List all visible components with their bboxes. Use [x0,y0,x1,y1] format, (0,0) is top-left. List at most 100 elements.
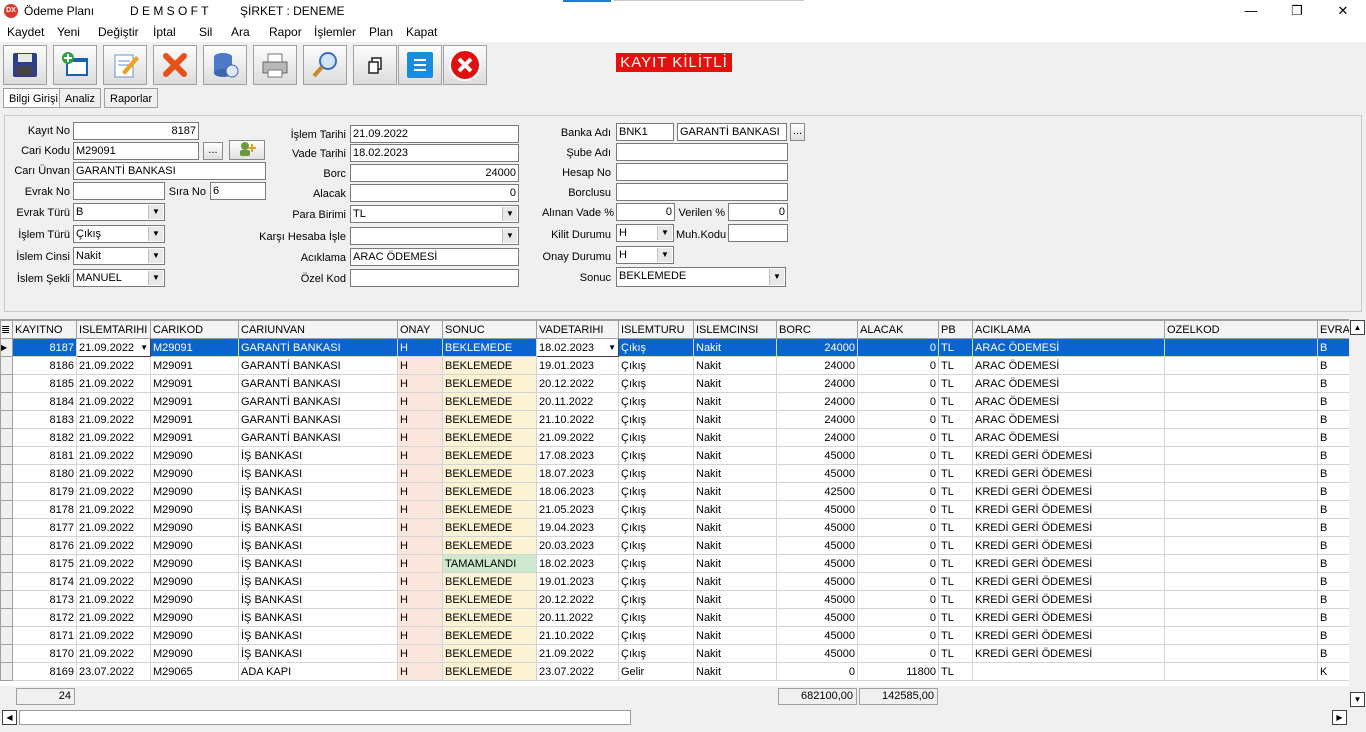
cell-sonuc[interactable]: BEKLEMEDE [442,482,537,501]
cell-sonuc[interactable]: BEKLEMEDE [442,392,537,411]
cell-pb[interactable]: TL [938,500,973,519]
cell-evra[interactable]: B [1317,590,1353,609]
cell-aciklama[interactable]: KREDİ GERİ ÖDEMESİ [972,644,1165,663]
cell-cariunvan[interactable]: GARANTİ BANKASI [238,428,398,447]
cell-aciklama[interactable]: ARAC ÖDEMESİ [972,356,1165,375]
cell-islemtarihi[interactable]: 21.09.2022 [76,608,151,627]
cell-kayitno[interactable]: 8172 [12,608,77,627]
cell-carikod[interactable]: M29090 [150,446,239,465]
print-button[interactable] [253,45,297,85]
cell-kayitno[interactable]: 8178 [12,500,77,519]
column-header-onay[interactable]: ONAY [397,320,443,339]
cell-pb[interactable]: TL [938,428,973,447]
cell-islemturu[interactable]: Çıkış [618,374,694,393]
cell-sonuc[interactable]: BEKLEMEDE [442,536,537,555]
chevron-down-icon[interactable]: ▼ [769,269,784,285]
vertical-scrollbar[interactable]: ▲ ▼ [1349,319,1366,707]
table-row[interactable]: 8172 21.09.2022 M29090 İŞ BANKASI H BEKLEMEDE… [0,608,1353,627]
cell-islemtarihi[interactable]: 21.09.2022 [76,644,151,663]
table-row[interactable]: 8186 21.09.2022 M29091 GARANTİ BANKASI H BEKL… [0,356,1353,375]
cell-carikod[interactable]: M29065 [150,662,239,681]
column-header-alacak[interactable]: ALACAK [857,320,939,339]
cell-sonuc[interactable]: BEKLEMEDE [442,572,537,591]
table-row[interactable]: 8175 21.09.2022 M29090 İŞ BANKASI H TAMAMLAND… [0,554,1353,573]
copy-button[interactable] [353,45,397,85]
cell-islemtarihi[interactable]: 21.09.2022 [76,518,151,537]
cell-kayitno[interactable]: 8180 [12,464,77,483]
cell-onay[interactable]: H [397,608,443,627]
cell-onay[interactable]: H [397,662,443,681]
table-row[interactable]: 8178 21.09.2022 M29090 İŞ BANKASI H BEKLEMEDE… [0,500,1353,519]
cell-pb[interactable]: TL [938,626,973,645]
cell-alacak[interactable]: 0 [857,536,939,555]
cell-sonuc[interactable]: TAMAMLANDI [442,554,537,573]
cell-borc[interactable]: 45000 [776,536,858,555]
cell-evra[interactable]: B [1317,554,1353,573]
cell-onay[interactable]: H [397,554,443,573]
cell-carikod[interactable]: M29091 [150,338,239,357]
cell-islemturu[interactable]: Çıkış [618,554,694,573]
cell-islemcinsi[interactable]: Nakit [693,536,777,555]
kayit-no-field[interactable]: 8187 [73,122,199,140]
cell-borc[interactable]: 45000 [776,590,858,609]
column-header-evra[interactable]: EVRA [1317,320,1353,339]
tab-analiz[interactable]: Analiz [59,88,101,108]
evrak-turu-select[interactable]: B ▼ [73,203,165,221]
chevron-down-icon[interactable]: ▼ [140,343,148,352]
menu-kapat[interactable]: Kapat [406,25,437,39]
cell-islemtarihi[interactable]: 21.09.2022 [76,446,151,465]
cell-islemtarihi[interactable]: 23.07.2022 [76,662,151,681]
cell-borc[interactable]: 24000 [776,356,858,375]
column-header-sonuc[interactable]: SONUC [442,320,537,339]
table-row[interactable]: 8174 21.09.2022 M29090 İŞ BANKASI H BEKLEMEDE… [0,572,1353,591]
row-indicator[interactable] [0,392,13,411]
row-indicator[interactable] [0,536,13,555]
cell-borc[interactable]: 45000 [776,572,858,591]
save-button[interactable] [3,45,47,85]
cell-cariunvan[interactable]: ADA KAPI [238,662,398,681]
sonuc-select[interactable]: BEKLEMEDE ▼ [616,267,786,287]
cell-islemcinsi[interactable]: Nakit [693,356,777,375]
cell-kayitno[interactable]: 8182 [12,428,77,447]
table-row[interactable]: 8181 21.09.2022 M29090 İŞ BANKASI H BEKLEMEDE… [0,446,1353,465]
cell-sonuc[interactable]: BEKLEMEDE [442,644,537,663]
cell-pb[interactable]: TL [938,554,973,573]
cell-islemturu[interactable]: Çıkış [618,608,694,627]
cell-onay[interactable]: H [397,500,443,519]
table-row[interactable]: 8185 21.09.2022 M29091 GARANTİ BANKASI H BEKL… [0,374,1353,393]
cell-islemcinsi[interactable]: Nakit [693,338,777,357]
banka-kodu-field[interactable]: BNK1 [616,123,674,141]
column-header-islemturu[interactable]: ISLEMTURU [618,320,694,339]
kilit-durumu-select[interactable]: H ▼ [616,224,674,242]
cell-kayitno[interactable]: 8175 [12,554,77,573]
row-indicator[interactable] [0,500,13,519]
cell-ozelkod[interactable] [1164,644,1318,663]
cell-alacak[interactable]: 0 [857,374,939,393]
cell-sonuc[interactable]: BEKLEMEDE [442,338,537,357]
cell-pb[interactable]: TL [938,356,973,375]
cell-islemtarihi[interactable]: 21.09.2022 [76,536,151,555]
cell-islemcinsi[interactable]: Nakit [693,446,777,465]
cell-alacak[interactable]: 11800 [857,662,939,681]
cell-onay[interactable]: H [397,392,443,411]
cell-borc[interactable]: 0 [776,662,858,681]
column-header-pb[interactable]: PB [938,320,973,339]
row-indicator[interactable] [0,374,13,393]
cell-cariunvan[interactable]: İŞ BANKASI [238,554,398,573]
cell-aciklama[interactable]: KREDİ GERİ ÖDEMESİ [972,590,1165,609]
table-row[interactable]: 8171 21.09.2022 M29090 İŞ BANKASI H BEKLEMEDE… [0,626,1353,645]
cell-onay[interactable]: H [397,356,443,375]
cell-evra[interactable]: B [1317,644,1353,663]
cell-kayitno[interactable]: 8184 [12,392,77,411]
cell-aciklama[interactable]: ARAC ÖDEMESİ [972,428,1165,447]
cell-ozelkod[interactable] [1164,428,1318,447]
aciklama-field[interactable]: ARAC ÖDEMESİ [350,248,519,266]
cell-sonuc[interactable]: BEKLEMEDE [442,374,537,393]
cell-kayitno[interactable]: 8173 [12,590,77,609]
cell-vadetarihi[interactable]: 18.02.2023 [536,554,619,573]
cell-kayitno[interactable]: 8171 [12,626,77,645]
cell-alacak[interactable]: 0 [857,500,939,519]
cell-borc[interactable]: 24000 [776,374,858,393]
islem-cinsi-select[interactable]: Nakit ▼ [73,247,165,265]
cell-ozelkod[interactable] [1164,608,1318,627]
